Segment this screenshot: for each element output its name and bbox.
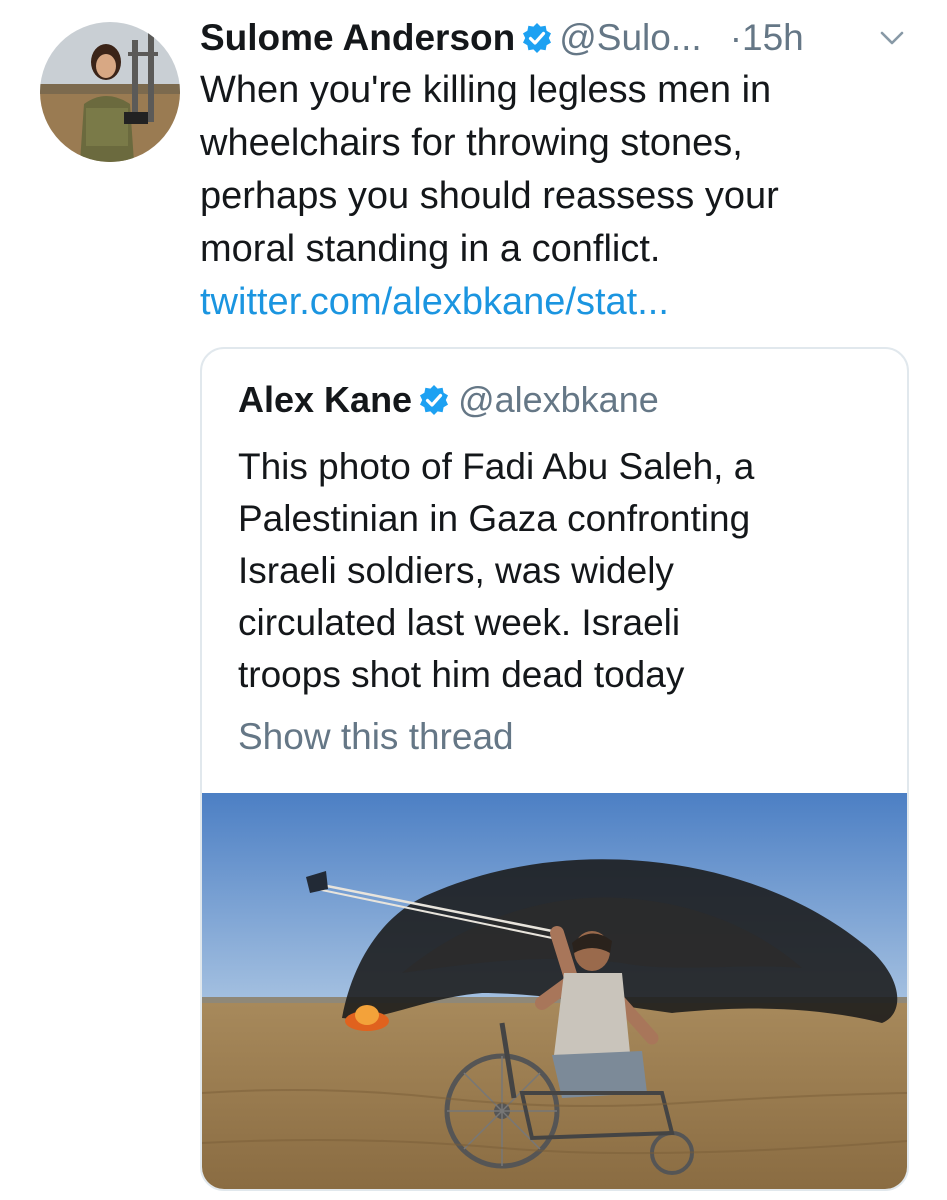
quoted-author-handle: @alexbkane	[458, 379, 659, 420]
quoted-text-line: troops shot him dead today	[238, 654, 685, 695]
quoted-tweet-body: This photo of Fadi Abu Saleh, a Palestin…	[238, 441, 878, 701]
tweet-text-line: perhaps you should reassess your	[200, 175, 779, 217]
quoted-tweet-card[interactable]: Alex Kane @alexbkane This photo of Fadi …	[200, 347, 909, 1191]
tweet[interactable]: Sulome Anderson @Sulo... ·15h When you're…	[0, 0, 947, 1200]
author-display-name[interactable]: Sulome Anderson	[200, 17, 515, 58]
quoted-text-line: circulated last week. Israeli	[238, 602, 681, 643]
verified-badge-icon	[420, 385, 449, 415]
show-thread-link[interactable]: Show this thread	[238, 711, 514, 763]
quoted-text-line: Israeli soldiers, was widely	[238, 550, 674, 591]
quoted-author-display-name: Alex Kane	[238, 379, 413, 420]
author-handle[interactable]: @Sulo...	[559, 17, 701, 58]
tweet-timestamp[interactable]: 15h	[742, 17, 804, 58]
tweet-header: Sulome Anderson @Sulo... ·15h	[200, 12, 920, 64]
chevron-down-icon[interactable]	[878, 28, 906, 48]
tweet-link[interactable]: twitter.com/alexbkane/stat...	[200, 276, 900, 329]
tweet-text-line: When you're killing legless men in	[200, 69, 772, 111]
tweet-text-line: moral standing in a conflict.	[200, 228, 661, 270]
user-avatar[interactable]	[40, 22, 180, 162]
attached-photo-icon	[202, 793, 907, 1189]
separator-dot: ·	[729, 17, 743, 58]
tweet-body: When you're killing legless men in wheel…	[200, 64, 900, 329]
verified-badge-icon	[523, 23, 552, 53]
quoted-tweet-header: Alex Kane @alexbkane	[238, 375, 659, 425]
quoted-tweet-photo[interactable]	[202, 793, 907, 1189]
quoted-text-line: Palestinian in Gaza confronting	[238, 498, 751, 539]
quoted-text-line: This photo of Fadi Abu Saleh, a	[238, 446, 755, 487]
avatar-photo-icon	[40, 22, 180, 162]
tweet-text-line: wheelchairs for throwing stones,	[200, 122, 743, 164]
